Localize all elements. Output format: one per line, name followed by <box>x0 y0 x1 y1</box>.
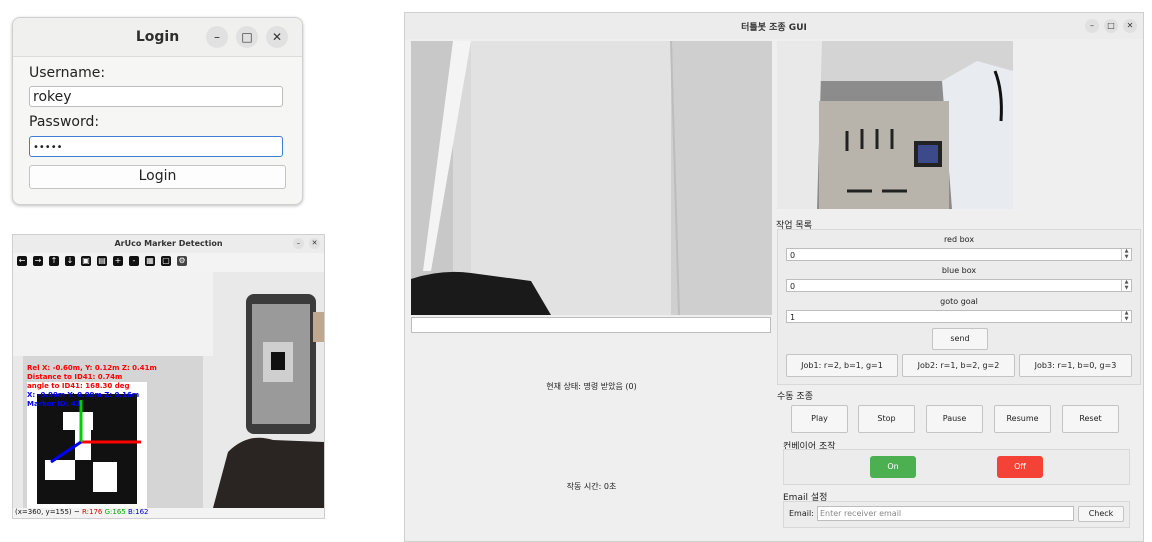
runtime-text: 작동 시간: 0초 <box>566 482 617 491</box>
aruco-titlebar: ArUco Marker Detection – ✕ <box>13 235 324 253</box>
email-label: Email: <box>789 509 814 518</box>
copy-icon[interactable]: ▦ <box>145 256 155 266</box>
spin-arrows-icon[interactable]: ▲ ▼ <box>1121 279 1131 291</box>
turtle-title: 터틀봇 조종 GUI <box>741 23 807 33</box>
pixel-g: G:165 <box>104 508 126 516</box>
top-camera-view <box>777 41 1013 209</box>
username-label: Username: <box>29 65 106 81</box>
resume-button[interactable]: Resume <box>994 405 1051 433</box>
check-button[interactable]: Check <box>1078 506 1124 522</box>
username-input[interactable]: rokey <box>29 86 283 107</box>
overlay-rel-position: Rel X: -0.60m, Y: 0.12m Z: 0.41m <box>27 364 157 372</box>
command-input[interactable] <box>411 317 771 333</box>
minimize-button[interactable]: – <box>206 26 228 48</box>
pixel-b: B:162 <box>127 508 149 516</box>
pan-icon[interactable]: ▣ <box>81 256 91 266</box>
login-window: Login – □ ✕ Username: rokey Password: ••… <box>12 17 303 205</box>
overlay-marker-id: Marker ID: 41 <box>27 400 81 408</box>
arrow-down-icon[interactable]: ↓ <box>65 256 75 266</box>
maximize-button[interactable]: □ <box>236 26 258 48</box>
fit-icon[interactable]: ▢ <box>161 256 171 266</box>
password-input[interactable]: ••••• <box>29 136 283 157</box>
close-button[interactable]: ✕ <box>309 238 320 249</box>
overlay-marker-position: X: -0.90m Y: 0.09m Z: 0.16m <box>27 391 140 399</box>
pixel-r: R:176 <box>81 508 103 516</box>
reset-button[interactable]: Reset <box>1062 405 1119 433</box>
blue-box-value: 0 <box>790 282 796 291</box>
login-titlebar: Login – □ ✕ <box>13 18 302 57</box>
status-bar: (x=360, y=155) ~ R:176 G:165 B:162 <box>15 508 149 516</box>
goto-goal-label: goto goal <box>940 297 978 306</box>
save-icon[interactable]: ▤ <box>97 256 107 266</box>
conveyor-group: On Off <box>783 449 1130 485</box>
settings-icon[interactable]: ⚙ <box>177 256 187 266</box>
close-button[interactable]: ✕ <box>266 26 288 48</box>
main-camera-view <box>411 41 772 315</box>
email-group: Email: Enter receiver email Check <box>783 501 1130 528</box>
status-text: 현재 상태: 명령 받았음 (0) <box>546 382 637 391</box>
job-group: red box 0 ▲ ▼ blue box 0 ▲ ▼ goto goal 1 ▲… <box>777 229 1141 385</box>
manual-section-title: 수동 조종 <box>777 392 813 402</box>
aruco-title: ArUco Marker Detection <box>114 239 223 248</box>
turtle-titlebar: 터틀봇 조종 GUI – □ ✕ <box>405 13 1143 39</box>
camera-image <box>13 272 324 508</box>
red-box-value: 0 <box>790 251 796 260</box>
arrow-left-icon[interactable]: ← <box>17 256 27 266</box>
top-camera-image <box>777 41 1013 209</box>
minimize-button[interactable]: – <box>293 238 304 249</box>
email-input[interactable]: Enter receiver email <box>817 506 1074 521</box>
blue-box-label: blue box <box>941 266 977 275</box>
job3-button[interactable]: Job3: r=1, b=0, g=3 <box>1019 354 1132 377</box>
pause-button[interactable]: Pause <box>926 405 983 433</box>
main-camera-image <box>411 41 772 315</box>
spin-arrows-icon[interactable]: ▲ ▼ <box>1121 310 1131 322</box>
login-title: Login <box>135 29 180 45</box>
goto-goal-spinbox[interactable]: 1 ▲ ▼ <box>786 310 1132 323</box>
goto-goal-value: 1 <box>790 313 796 322</box>
spin-arrows-icon[interactable]: ▲ ▼ <box>1121 248 1131 260</box>
close-button[interactable]: ✕ <box>1123 19 1137 33</box>
maximize-button[interactable]: □ <box>1104 19 1118 33</box>
arrow-up-icon[interactable]: ↑ <box>49 256 59 266</box>
minimize-button[interactable]: – <box>1085 19 1099 33</box>
overlay-angle: angle to ID41: 168.30 deg <box>27 382 130 390</box>
conveyor-off-button[interactable]: Off <box>997 456 1043 478</box>
red-box-spinbox[interactable]: 0 ▲ ▼ <box>786 248 1132 261</box>
send-button[interactable]: send <box>932 328 988 350</box>
zoom-in-icon[interactable]: + <box>113 256 123 266</box>
play-button[interactable]: Play <box>791 405 848 433</box>
turtlebot-window: 터틀봇 조종 GUI – □ ✕ 현재 상태: 명령 받았음 (0) 작동 시간… <box>404 12 1144 542</box>
red-box-label: red box <box>943 235 975 244</box>
cursor-coords: (x=360, y=155) ~ <box>15 508 80 516</box>
login-button[interactable]: Login <box>29 165 286 189</box>
overlay-distance: Distance to ID41: 0.74m <box>27 373 123 381</box>
job1-button[interactable]: Job1: r=2, b=1, g=1 <box>786 354 898 377</box>
zoom-out-icon[interactable]: - <box>129 256 139 266</box>
aruco-window: ArUco Marker Detection – ✕ ← → ↑ ↓ ▣ ▤ +… <box>12 234 325 519</box>
stop-button[interactable]: Stop <box>858 405 915 433</box>
conveyor-on-button[interactable]: On <box>870 456 916 478</box>
password-label: Password: <box>29 114 100 130</box>
arrow-right-icon[interactable]: → <box>33 256 43 266</box>
job2-button[interactable]: Job2: r=1, b=2, g=2 <box>902 354 1015 377</box>
camera-view: Rel X: -0.60m, Y: 0.12m Z: 0.41m Distanc… <box>13 272 324 508</box>
blue-box-spinbox[interactable]: 0 ▲ ▼ <box>786 279 1132 292</box>
